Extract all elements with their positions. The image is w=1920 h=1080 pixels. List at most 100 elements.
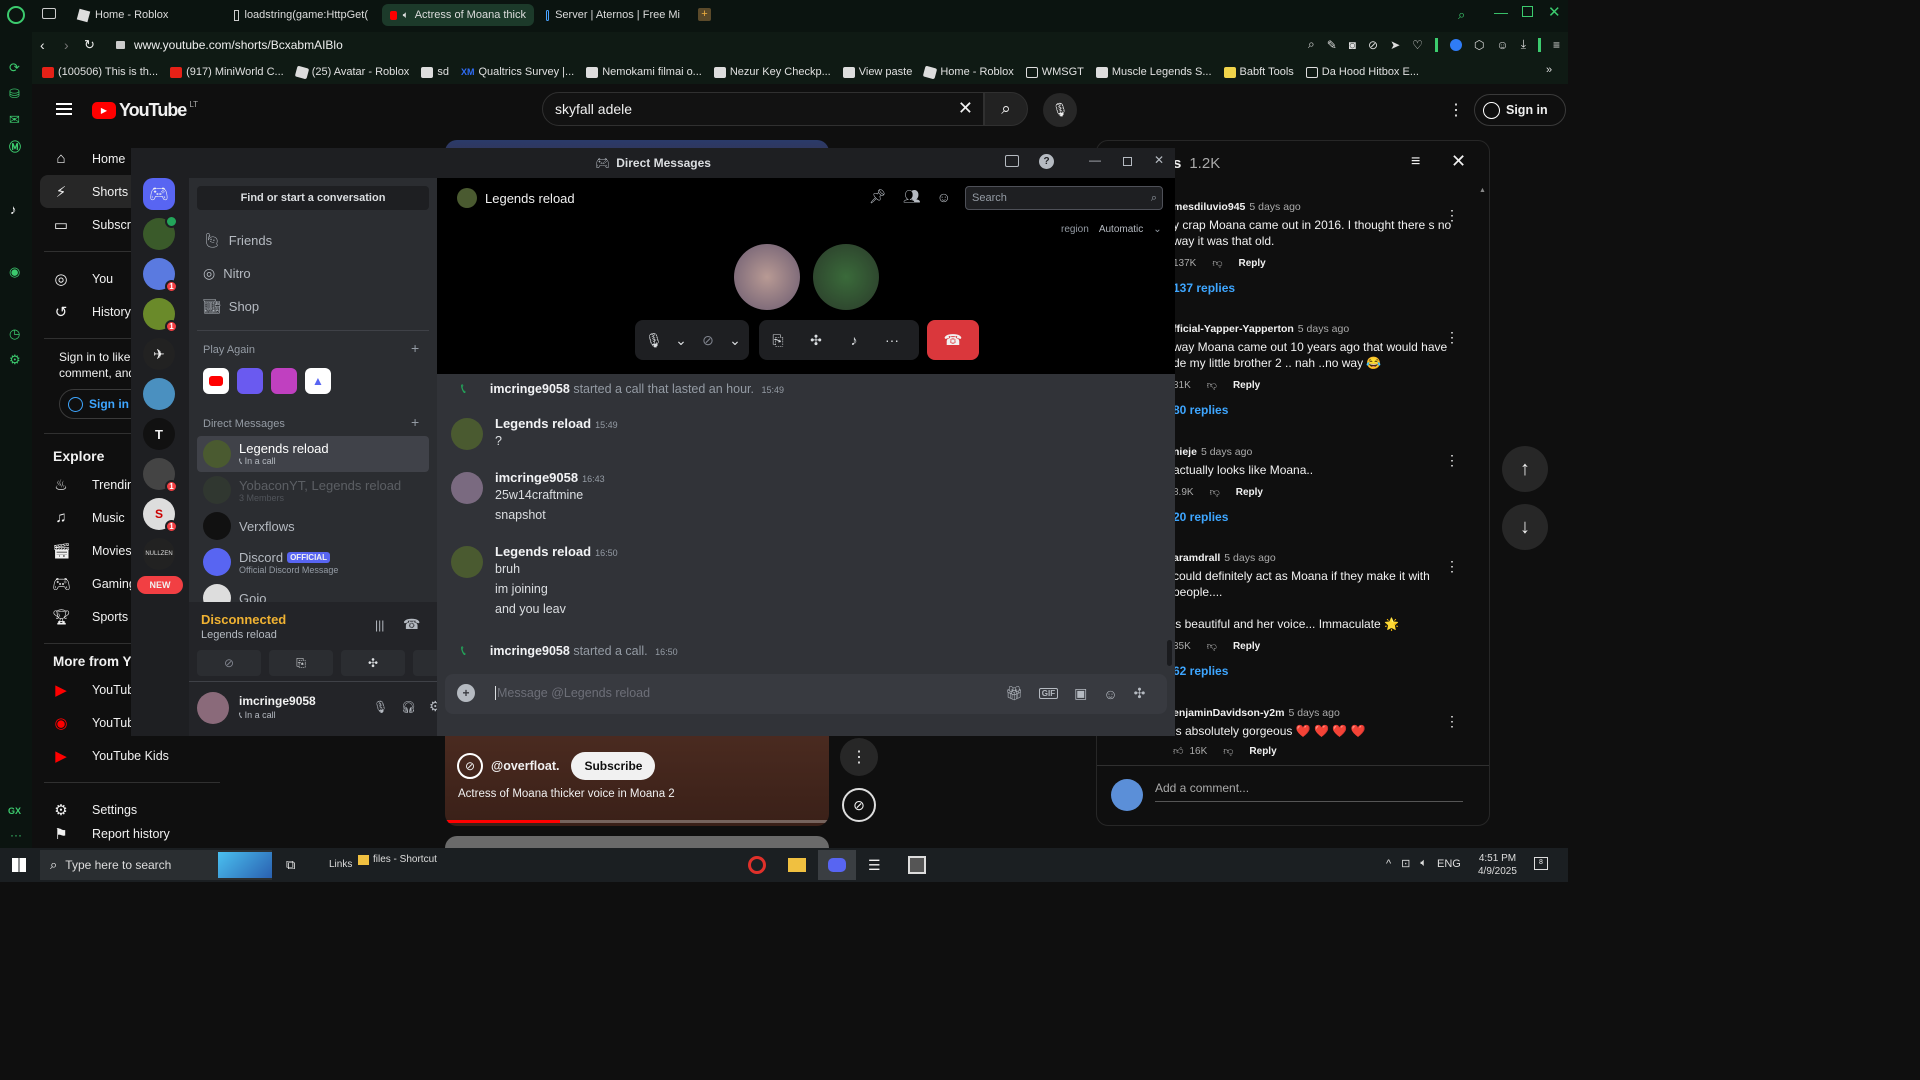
message-author[interactable]: Legends reload — [495, 416, 591, 431]
close-window-button[interactable]: ✕ — [1548, 3, 1561, 21]
chevron-down-icon[interactable]: ⌄ — [727, 321, 743, 359]
server-icon[interactable]: T — [143, 418, 175, 450]
comment-author[interactable]: fficial-Yapper-Yapperton 5 days ago — [1173, 323, 1453, 335]
discord-home-icon[interactable]: 🎮︎ — [143, 178, 175, 210]
bookmarks-overflow-icon[interactable]: » — [1546, 64, 1552, 76]
yt-search-input[interactable]: skyfall adele — [555, 101, 632, 117]
server-icon[interactable]: ✈ — [143, 338, 175, 370]
discord-close-button[interactable]: ✕ — [1154, 153, 1164, 167]
shield-icon[interactable]: ⊘ — [1368, 38, 1378, 52]
forward-icon[interactable]: › — [64, 37, 69, 53]
close-comments-icon[interactable]: ✕ — [1451, 151, 1466, 172]
language-indicator[interactable]: ENG — [1437, 858, 1461, 870]
menu-icon[interactable]: ≡ — [1553, 38, 1560, 52]
microphone-icon[interactable]: 🎙︎ — [373, 700, 388, 714]
yt-search-button[interactable]: ⌕ — [984, 92, 1028, 126]
zoom-icon[interactable]: ⌕ — [1308, 37, 1315, 52]
message-author[interactable]: imcringe9058 — [490, 382, 570, 396]
emoji-icon[interactable]: ☺ — [1103, 686, 1117, 702]
dm-item-verxflows[interactable]: Verxflows — [197, 508, 429, 544]
bookmark-item[interactable]: (25) Avatar - Roblox — [294, 65, 409, 79]
server-icon[interactable]: S1 — [143, 498, 178, 533]
dm-avatar-notification[interactable] — [143, 215, 178, 250]
server-icon[interactable] — [143, 378, 175, 410]
windows-start-icon[interactable] — [12, 858, 26, 872]
notification-center-icon[interactable]: 8 — [1534, 857, 1548, 870]
share-screen-button[interactable]: ⎘ — [759, 321, 797, 359]
reply-button[interactable]: Reply — [1239, 258, 1266, 269]
comment-author[interactable]: mesdiluvio945 5 days ago — [1173, 201, 1453, 213]
attach-plus-icon[interactable]: + — [457, 684, 475, 702]
apps-icon[interactable]: ✣ — [1134, 685, 1146, 702]
comment-author[interactable]: aramdrall 5 days ago — [1173, 552, 1453, 564]
view-replies-button[interactable]: 137 replies — [1173, 281, 1453, 295]
end-call-button[interactable]: ☎ — [927, 320, 979, 360]
more-options-icon[interactable]: ··· — [873, 321, 911, 359]
vpn-icon[interactable] — [1449, 38, 1462, 51]
nav-settings[interactable]: ⚙ Settings — [32, 793, 232, 826]
view-replies-button[interactable]: 80 replies — [1173, 403, 1453, 417]
comment-menu-icon[interactable]: ⋮ — [1445, 558, 1459, 575]
tab-youtube-active[interactable]: 🔈︎ Actress of Moana thick — [382, 4, 534, 26]
app-icon[interactable] — [271, 368, 297, 394]
sidebar-tiktok-icon[interactable]: ♪ — [10, 202, 17, 217]
add-friends-icon[interactable]: 👥︎ — [903, 188, 921, 205]
sidebar-clock-icon[interactable]: ◷ — [9, 326, 20, 342]
message-author[interactable]: imcringe9058 — [495, 470, 578, 485]
tab-roblox[interactable]: Home - Roblox — [70, 4, 220, 26]
video-off-button[interactable]: ⊘ — [689, 321, 727, 359]
message-author[interactable]: Legends reload — [495, 544, 591, 559]
send-icon[interactable]: ➤ — [1390, 38, 1400, 52]
dislike-icon[interactable]: 👎︎ — [1207, 379, 1217, 391]
heart-icon[interactable]: ♡ — [1412, 38, 1423, 52]
message-avatar[interactable] — [451, 546, 483, 578]
friends-nav[interactable]: 🙋︎ Friends — [197, 222, 429, 258]
app-icon[interactable]: ▲ — [305, 368, 331, 394]
comments-scrollbar[interactable]: ▲ — [1479, 187, 1486, 765]
sidebar-gx-icon[interactable]: GX — [8, 806, 21, 816]
yt-search-box[interactable]: skyfall adele ✕ — [542, 92, 984, 126]
message-avatar[interactable] — [451, 418, 483, 450]
sidebar-more-icon[interactable]: ··· — [10, 828, 22, 842]
server-icon[interactable]: 1 — [143, 458, 178, 493]
soundboard-button[interactable]: ♪ — [835, 321, 873, 359]
noise-suppression-icon[interactable]: ||| — [375, 618, 384, 632]
tab-loadstring[interactable]: loadstring(game:HttpGet( — [226, 4, 376, 26]
comment-menu-icon[interactable]: ⋮ — [1445, 207, 1459, 224]
dislike-icon[interactable]: 👎︎ — [1223, 745, 1233, 757]
search-tabs-icon[interactable]: ⌕ — [1458, 7, 1465, 23]
pin-icon[interactable]: 📌︎ — [869, 188, 887, 205]
activities-button[interactable]: ✣ — [797, 321, 835, 359]
gift-icon[interactable]: 🎁︎ — [1005, 685, 1023, 702]
sidebar-bag-icon[interactable]: ⛁ — [9, 86, 20, 102]
short-more-button[interactable]: ⋮ — [840, 738, 878, 776]
camera-off-button[interactable]: ⊘ — [197, 650, 261, 676]
bookmark-item[interactable]: Babft Tools — [1223, 66, 1294, 78]
comment-author[interactable]: nieje 5 days ago — [1173, 446, 1453, 458]
reply-button[interactable]: Reply — [1233, 641, 1260, 652]
bookmark-item[interactable]: Da Hood Hitbox E... — [1305, 66, 1419, 78]
url-field[interactable]: www.youtube.com/shorts/BcxabmAIBlo — [134, 38, 343, 52]
clock[interactable]: 4:51 PM 4/9/2025 — [1478, 852, 1517, 878]
server-icon[interactable]: 1 — [143, 258, 178, 293]
activities-button[interactable]: ✣ — [341, 650, 405, 676]
previous-short-button[interactable]: ↑ — [1502, 446, 1548, 492]
sidebar-mail-icon[interactable]: ✉ — [9, 112, 20, 128]
subscribe-button[interactable]: Subscribe — [571, 752, 656, 780]
bookmark-item[interactable]: Nezur Key Checkp... — [713, 66, 831, 78]
sidebar-player-icon[interactable]: ◉ — [9, 264, 20, 280]
share-screen-button[interactable]: ⎘ — [269, 650, 333, 676]
chevron-down-icon[interactable]: ⌄ — [673, 321, 689, 359]
bookmark-item[interactable]: Muscle Legends S... — [1095, 66, 1212, 78]
server-icon[interactable]: NULLZEN — [143, 538, 175, 570]
short-sound-icon[interactable]: ⊘ — [842, 788, 876, 822]
dislike-icon[interactable]: 👎︎ — [1210, 486, 1220, 498]
app-icon[interactable] — [237, 368, 263, 394]
reload-icon[interactable]: ↻ — [84, 37, 95, 53]
chat-header-name[interactable]: Legends reload — [485, 191, 575, 206]
comment-menu-icon[interactable]: ⋮ — [1445, 329, 1459, 346]
tab-menu-icon[interactable] — [42, 8, 56, 19]
dislike-icon[interactable]: 👎︎ — [1207, 640, 1217, 652]
message-author[interactable]: imcringe9058 — [490, 644, 570, 658]
nav-yt-kids[interactable]: ▶ YouTube Kids — [32, 739, 232, 772]
